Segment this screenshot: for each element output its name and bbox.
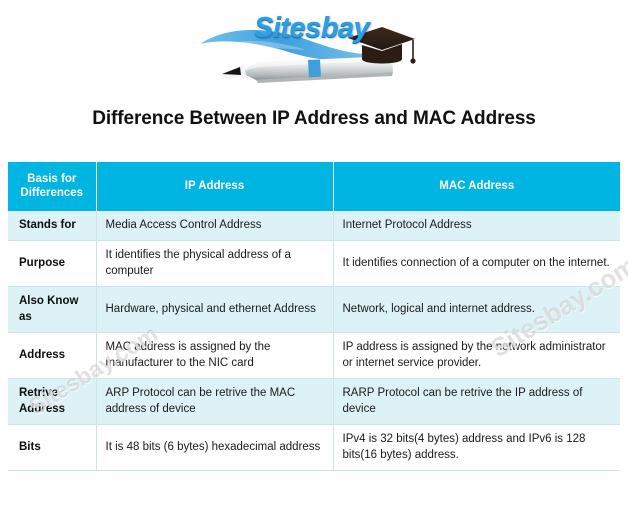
table-row: Address MAC address is assigned by the m… xyxy=(8,332,620,380)
row-basis-label: Retrive Address xyxy=(8,378,97,426)
comparison-table-wrapper: Basis for Differences IP Address MAC Add… xyxy=(8,162,620,472)
row-ip-value: Hardware, physical and ethernet Address xyxy=(96,286,334,334)
logo-area: Sitesbay xyxy=(0,0,628,96)
column-header-basis: Basis for Differences xyxy=(8,162,97,211)
table-row: Purpose It identifies the physical addre… xyxy=(8,240,620,288)
row-basis-label: Address xyxy=(8,332,97,380)
row-ip-value: It identifies the physical address of a … xyxy=(96,240,334,288)
row-mac-value: It identifies connection of a computer o… xyxy=(333,240,620,288)
row-basis-label: Purpose xyxy=(8,240,97,288)
row-basis-label: Bits xyxy=(8,424,97,472)
row-mac-value: IP address is assigned by the network ad… xyxy=(333,332,620,380)
page-title: Difference Between IP Address and MAC Ad… xyxy=(92,108,536,129)
row-ip-value: ARP Protocol can be retrive the MAC addr… xyxy=(96,378,334,426)
row-ip-value: It is 48 bits (6 bytes) hexadecimal addr… xyxy=(96,424,334,472)
comparison-table: Basis for Differences IP Address MAC Add… xyxy=(8,162,620,472)
row-mac-value: Internet Protocol Address xyxy=(333,210,620,242)
row-mac-value: Network, logical and internet address. xyxy=(333,286,620,334)
table-header-row: Basis for Differences IP Address MAC Add… xyxy=(8,162,620,211)
row-ip-value: MAC address is assigned by the manufactu… xyxy=(96,332,334,380)
row-ip-value: Media Access Control Address xyxy=(96,210,334,242)
table-row: Retrive Address ARP Protocol can be retr… xyxy=(8,378,620,426)
column-header-basis-line2: Differences xyxy=(20,187,84,200)
table-header: Basis for Differences IP Address MAC Add… xyxy=(8,162,620,211)
column-header-basis-line1: Basis for xyxy=(27,173,77,185)
row-basis-label: Also Know as xyxy=(8,286,97,334)
table-body: Stands for Media Access Control Address … xyxy=(8,210,620,472)
table-row: Also Know as Hardware, physical and ethe… xyxy=(8,286,620,334)
row-basis-label: Stands for xyxy=(8,210,97,242)
row-mac-value: IPv4 is 32 bits(4 bytes) address and IPv… xyxy=(333,424,620,472)
table-row: Stands for Media Access Control Address … xyxy=(8,210,620,242)
column-header-ip-address: IP Address xyxy=(96,162,334,211)
row-mac-value: RARP Protocol can be retrive the IP addr… xyxy=(333,378,620,426)
sitesbay-logo[interactable]: Sitesbay xyxy=(196,10,416,90)
column-header-mac-address: MAC Address xyxy=(333,162,620,211)
table-row: Bits It is 48 bits (6 bytes) hexadecimal… xyxy=(8,424,620,472)
logo-brand-text: Sitesbay xyxy=(254,12,370,44)
